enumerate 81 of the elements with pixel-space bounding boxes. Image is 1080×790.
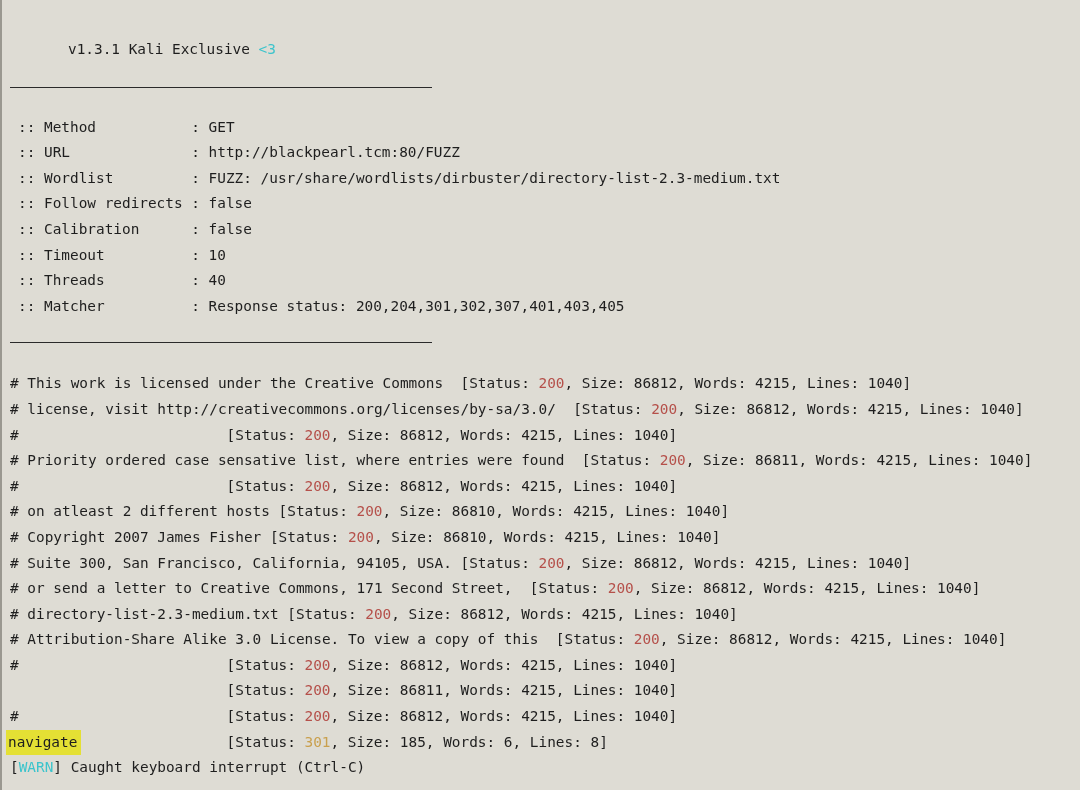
fuzz-word: # on atleast 2 different hosts	[10, 502, 270, 522]
bracket: [	[10, 758, 19, 778]
highlighted-word: navigate	[6, 729, 82, 756]
status-code: 200	[304, 681, 331, 701]
setting-label: :: Method	[18, 117, 97, 137]
banner-text: v1.3.1 Kali Exclusive	[68, 40, 250, 59]
status-code: 200	[659, 451, 686, 471]
response-details: , Size: 86812, Words: 4215, Lines: 1040]	[564, 553, 912, 573]
response-details: , Size: 86811, Words: 4215, Lines: 1040]	[330, 681, 678, 701]
response-details: , Size: 86812, Words: 4215, Lines: 1040]	[677, 399, 1024, 419]
response-details: , Size: 86812, Words: 4215, Lines: 1040]	[330, 707, 678, 727]
fuzz-word: # This work is licensed under the Creative Commons	[10, 374, 445, 394]
response-details: , Size: 86812, Words: 4215, Lines: 1040]	[659, 630, 1007, 650]
status-code: 200	[538, 374, 565, 394]
fuzz-word: # Copyright 2007 James Fisher	[10, 527, 262, 547]
status-label: [Status:	[226, 681, 296, 701]
status-label: [Status:	[529, 579, 600, 599]
setting-label: :: Follow redirects	[18, 194, 184, 214]
response-details: , Size: 86812, Words: 4215, Lines: 1040]	[564, 374, 912, 394]
response-details: , Size: 86810, Words: 4215, Lines: 1040]	[382, 502, 730, 522]
fuzz-word: # license, visit http://creativecommons.org/licenses/by-sa/3.0/	[10, 399, 557, 419]
warning-message: Caught keyboard interrupt (Ctrl-C)	[70, 758, 366, 778]
status-label: [Status:	[226, 476, 296, 496]
setting-value: : FUZZ: /usr/share/wordlists/dirbuster/directory-list-2.3-medium.txt	[191, 168, 781, 188]
fuzz-word: #	[10, 476, 19, 496]
setting-value: : 10	[191, 245, 226, 265]
setting-label: :: Matcher	[18, 296, 106, 316]
response-details: , Size: 86812, Words: 4215, Lines: 1040]	[330, 655, 678, 675]
setting-value: : false	[191, 219, 252, 239]
status-code: 200	[304, 425, 331, 445]
status-code: 200	[651, 399, 678, 419]
status-code: 200	[304, 707, 331, 727]
fuzz-word: # Suite 300, San Francisco, California, 94105, USA.	[10, 553, 452, 573]
setting-label: :: Timeout	[18, 245, 106, 265]
status-code: 200	[304, 476, 331, 496]
fuzz-word: # or send a letter to Creative Commons, 171 Second Street,	[10, 579, 514, 599]
status-label: [Status:	[226, 655, 296, 675]
status-label: [Status:	[278, 502, 348, 522]
status-label: [Status:	[460, 553, 530, 573]
response-details: , Size: 185, Words: 6, Lines: 8]	[330, 732, 608, 752]
setting-value: : false	[191, 194, 252, 214]
status-code: 200	[538, 553, 565, 573]
fuzz-word: #	[10, 707, 19, 727]
status-code: 200	[356, 502, 383, 522]
setting-label: :: Wordlist	[18, 168, 115, 188]
status-label: [Status:	[226, 707, 296, 727]
setting-label: :: Calibration	[18, 219, 141, 239]
status-label: [Status:	[226, 732, 296, 752]
bracket: ]	[53, 758, 62, 778]
status-code: 200	[633, 630, 660, 650]
fuzz-word: #	[10, 655, 19, 675]
setting-value: : 40	[191, 271, 226, 291]
setting-label: :: Threads	[18, 271, 106, 291]
status-label: [Status:	[460, 374, 530, 394]
status-code: 200	[347, 527, 374, 547]
fuzz-word: # Attribution-Share Alike 3.0 License. To view a copy of this	[10, 630, 540, 650]
status-code: 200	[304, 655, 331, 675]
heart-text: <3	[258, 40, 276, 59]
status-code: 200	[365, 604, 392, 624]
response-details: , Size: 86812, Words: 4215, Lines: 1040]	[330, 425, 678, 445]
response-details: , Size: 86812, Words: 4215, Lines: 1040]	[330, 476, 678, 496]
setting-value: : Response status: 200,204,301,302,307,401,403,405	[191, 296, 625, 316]
status-label: [Status:	[269, 527, 340, 547]
setting-value: : GET	[191, 117, 235, 137]
setting-value: : http://blackpearl.tcm:80/FUZZ	[191, 143, 460, 163]
response-details: , Size: 86812, Words: 4215, Lines: 1040]	[633, 579, 981, 599]
setting-label: :: URL	[18, 143, 71, 163]
fuzz-word: # Priority ordered case sensative list, where entries were found	[10, 451, 566, 471]
status-code: 301	[304, 732, 331, 752]
status-label: [Status:	[555, 630, 626, 650]
status-code: 200	[607, 579, 634, 599]
fuzz-word: # directory-list-2.3-medium.txt	[10, 604, 279, 624]
warn-tag: WARN	[18, 755, 54, 781]
response-details: , Size: 86812, Words: 4215, Lines: 1040]	[391, 604, 738, 624]
response-details: , Size: 86810, Words: 4215, Lines: 1040]	[373, 527, 721, 547]
status-label: [Status:	[573, 399, 643, 419]
status-label: [Status:	[581, 451, 652, 471]
fuzz-word: #	[10, 425, 19, 445]
status-label: [Status:	[287, 604, 357, 624]
response-details: , Size: 86811, Words: 4215, Lines: 1040]	[685, 451, 1033, 471]
status-label: [Status:	[226, 425, 296, 445]
